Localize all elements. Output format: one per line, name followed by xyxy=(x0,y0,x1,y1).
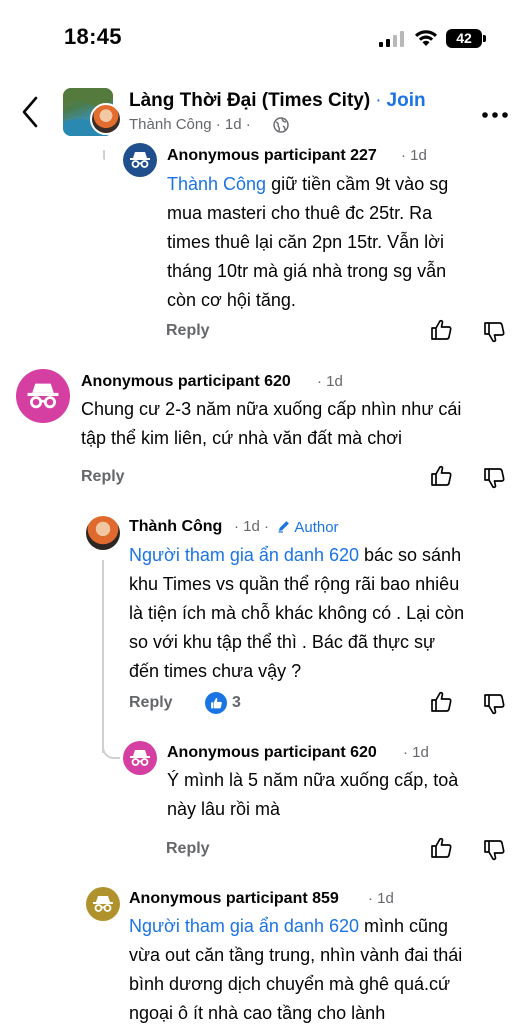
thumbs-down-icon[interactable] xyxy=(483,320,507,344)
reply-button[interactable]: Reply xyxy=(129,694,173,712)
time-separator: · xyxy=(403,744,408,761)
comment-line: vừa out căn tầng trung, nhìn vành đai th… xyxy=(129,945,463,965)
cellular-signal-icon xyxy=(379,31,404,47)
battery-indicator: 42 xyxy=(446,29,482,48)
comment-age: 1d xyxy=(377,890,394,907)
commenter-name[interactable]: Anonymous participant 620 xyxy=(167,744,377,762)
comment-age: 1d xyxy=(412,744,429,761)
post-age: 1d xyxy=(224,116,242,133)
time-separator: · xyxy=(368,890,373,907)
globe-icon xyxy=(273,117,289,133)
comment-text: bác so sánh xyxy=(359,545,462,565)
thumbs-up-icon[interactable] xyxy=(430,464,454,488)
poster-name[interactable]: Thành Công xyxy=(129,116,212,133)
commenter-name[interactable]: Thành Công xyxy=(129,518,222,536)
comment-time: · 1d xyxy=(401,147,427,164)
incognito-icon xyxy=(93,896,113,912)
comment-time: · 1d xyxy=(403,744,429,761)
thumbs-up-filled-icon xyxy=(210,697,222,708)
author-badge: Author xyxy=(277,519,339,536)
anonymous-avatar[interactable] xyxy=(123,741,157,775)
pencil-icon xyxy=(278,521,289,533)
commenter-name[interactable]: Anonymous participant 859 xyxy=(129,890,339,908)
comment-line: tập thể kim liên, cứ nhà văn đất mà chơi xyxy=(81,428,403,448)
time-separator: · xyxy=(401,147,406,164)
thread-connector xyxy=(102,560,104,753)
reply-button[interactable]: Reply xyxy=(166,322,210,340)
comment-age: 1d xyxy=(243,518,260,535)
comment-line: mua masteri cho thuê đc 25tr. Ra xyxy=(167,203,433,223)
like-reaction-icon[interactable] xyxy=(205,692,227,714)
like-count[interactable]: 3 xyxy=(232,694,241,712)
comment-body: Người tham gia ẩn danh 620 mình cũng vừa… xyxy=(129,912,521,1024)
comment-age: 1d xyxy=(410,147,427,164)
title-separator: · xyxy=(375,90,382,111)
anonymous-avatar[interactable] xyxy=(123,143,157,177)
thumbs-up-icon[interactable] xyxy=(430,836,454,860)
incognito-icon xyxy=(27,383,59,409)
comment-line: đến times chưa vậy ? xyxy=(129,661,302,681)
comment-line: Người tham gia ẩn danh 620 mình cũng xyxy=(129,912,521,941)
status-time: 18:45 xyxy=(64,24,122,49)
comment-line: bình dương dịch chuyển mà ghê quá.cứ xyxy=(129,974,451,994)
comment-line: Ý mình là 5 năm nữa xuống cấp, toà xyxy=(167,770,459,790)
back-chevron-icon[interactable] xyxy=(18,92,42,132)
comment-line: Người tham gia ẩn danh 620 bác so sánh xyxy=(129,541,521,570)
incognito-icon xyxy=(130,152,150,168)
reply-button[interactable]: Reply xyxy=(81,468,125,486)
comment-body: Thành Công giữ tiền cầm 9t vào sg mua ma… xyxy=(167,170,522,315)
reply-button[interactable]: Reply xyxy=(166,840,210,858)
comment-line: là tiện ích mà chỗ khác không có . Lại c… xyxy=(129,603,465,623)
wifi-icon xyxy=(415,30,437,46)
incognito-icon xyxy=(130,750,150,766)
comment-line: Chung cư 2-3 năm nữa xuống cấp nhìn như … xyxy=(81,399,462,419)
group-name[interactable]: Làng Thời Đại (Times City) xyxy=(129,90,370,111)
thumbs-up-icon[interactable] xyxy=(430,318,454,342)
comment-line: này lâu rồi mà xyxy=(167,799,281,819)
anonymous-avatar[interactable] xyxy=(16,369,70,423)
comment-line: ngoại ô ít nhà cao tầng cho lành xyxy=(129,1003,386,1023)
poster-avatar[interactable] xyxy=(90,103,122,135)
post-meta: Thành Công · 1d · xyxy=(129,116,251,133)
comment-text: mình cũng xyxy=(359,916,449,936)
mention-link[interactable]: Thành Công xyxy=(167,174,266,194)
comment-line: so với khu tập thể thì . Bác đã thực sự xyxy=(129,632,436,652)
comment-age: 1d xyxy=(326,373,343,390)
thumbs-down-icon[interactable] xyxy=(483,838,507,862)
comment-line: tháng 10tr mà giá nhà trong sg vẫn xyxy=(167,261,447,281)
comment-body: Chung cư 2-3 năm nữa xuống cấp nhìn như … xyxy=(81,395,521,453)
thread-connector-curve xyxy=(102,735,120,759)
comment-line: times thuê lại căn 2pn 15tr. Vẫn lời xyxy=(167,232,444,252)
thumbs-down-icon[interactable] xyxy=(483,466,507,490)
comment-time: · 1d · xyxy=(234,518,269,535)
meta-separator: · xyxy=(245,116,251,133)
anonymous-avatar[interactable] xyxy=(86,887,120,921)
comment-time: · 1d xyxy=(317,373,343,390)
join-link[interactable]: Join xyxy=(387,90,426,111)
time-separator: · xyxy=(234,518,239,535)
author-label: Author xyxy=(294,519,339,536)
mention-link[interactable]: Người tham gia ẩn danh 620 xyxy=(129,916,359,936)
mention-link[interactable]: Người tham gia ẩn danh 620 xyxy=(129,545,359,565)
battery-tip xyxy=(483,35,486,42)
comment-body: Ý mình là 5 năm nữa xuống cấp, toà này l… xyxy=(167,766,522,824)
commenter-name[interactable]: Anonymous participant 620 xyxy=(81,373,291,391)
comment-body: Người tham gia ẩn danh 620 bác so sánh k… xyxy=(129,541,521,686)
more-options-icon[interactable] xyxy=(481,109,509,121)
comment-time: · 1d xyxy=(368,890,394,907)
comment-text: giữ tiền cầm 9t vào sg xyxy=(266,174,449,194)
meta-separator: · xyxy=(215,116,221,133)
time-separator: · xyxy=(317,373,322,390)
commenter-name[interactable]: Anonymous participant 227 xyxy=(167,147,377,165)
comment-line: Thành Công giữ tiền cầm 9t vào sg xyxy=(167,170,522,199)
group-title[interactable]: Làng Thời Đại (Times City) · Join xyxy=(129,90,426,112)
thumbs-down-icon[interactable] xyxy=(483,692,507,716)
author-avatar[interactable] xyxy=(86,516,120,550)
thread-connector xyxy=(103,150,105,160)
time-separator: · xyxy=(264,518,270,535)
comment-line: khu Times vs quần thể rộng rãi bao nhiêu xyxy=(129,574,460,594)
thumbs-up-icon[interactable] xyxy=(430,690,454,714)
comment-line: còn cơ hội tăng. xyxy=(167,290,296,310)
